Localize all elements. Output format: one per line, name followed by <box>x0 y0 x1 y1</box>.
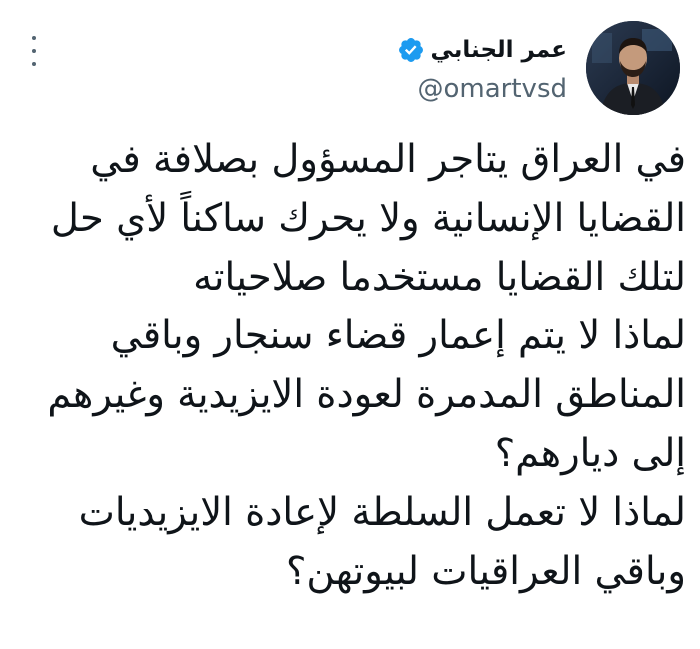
tweet-line: لماذا لا يتم إعمار قضاء سنجار وباقي <box>110 313 686 359</box>
more-dot <box>32 62 36 66</box>
more-dot <box>32 36 36 40</box>
author-name-row: عمر الجنابي <box>397 36 567 64</box>
more-options-icon[interactable] <box>28 36 40 66</box>
tweet-line: لماذا لا تعمل السلطة لإعادة الايزيديات <box>78 489 686 535</box>
tweet-line: في العراق يتاجر المسؤول بصلافة في <box>90 137 686 182</box>
tweet-line: لتلك القضايا مستخدما صلاحياته <box>193 254 686 300</box>
author-handle[interactable]: @omartvsd <box>418 74 568 104</box>
tweet-card: عمر الجنابي @omartvsd في العراق يتاجر ال… <box>0 0 700 649</box>
avatar[interactable] <box>586 21 680 115</box>
tweet-line: وباقي العراقيات لبيوتهن؟ <box>285 548 686 594</box>
verified-badge-icon <box>397 36 425 64</box>
author-display-name[interactable]: عمر الجنابي <box>431 37 567 63</box>
tweet-line: القضايا الإنسانية ولا يحرك ساكناً لأي حل <box>50 195 686 241</box>
tweet-line: إلى ديارهم؟ <box>494 430 686 476</box>
tweet-text: في العراق يتاجر المسؤول بصلافة في القضاي… <box>14 131 686 601</box>
more-dot <box>32 49 36 53</box>
avatar-image <box>586 21 680 115</box>
tweet-line: المناطق المدمرة لعودة الايزيدية وغيرهم <box>47 372 686 418</box>
